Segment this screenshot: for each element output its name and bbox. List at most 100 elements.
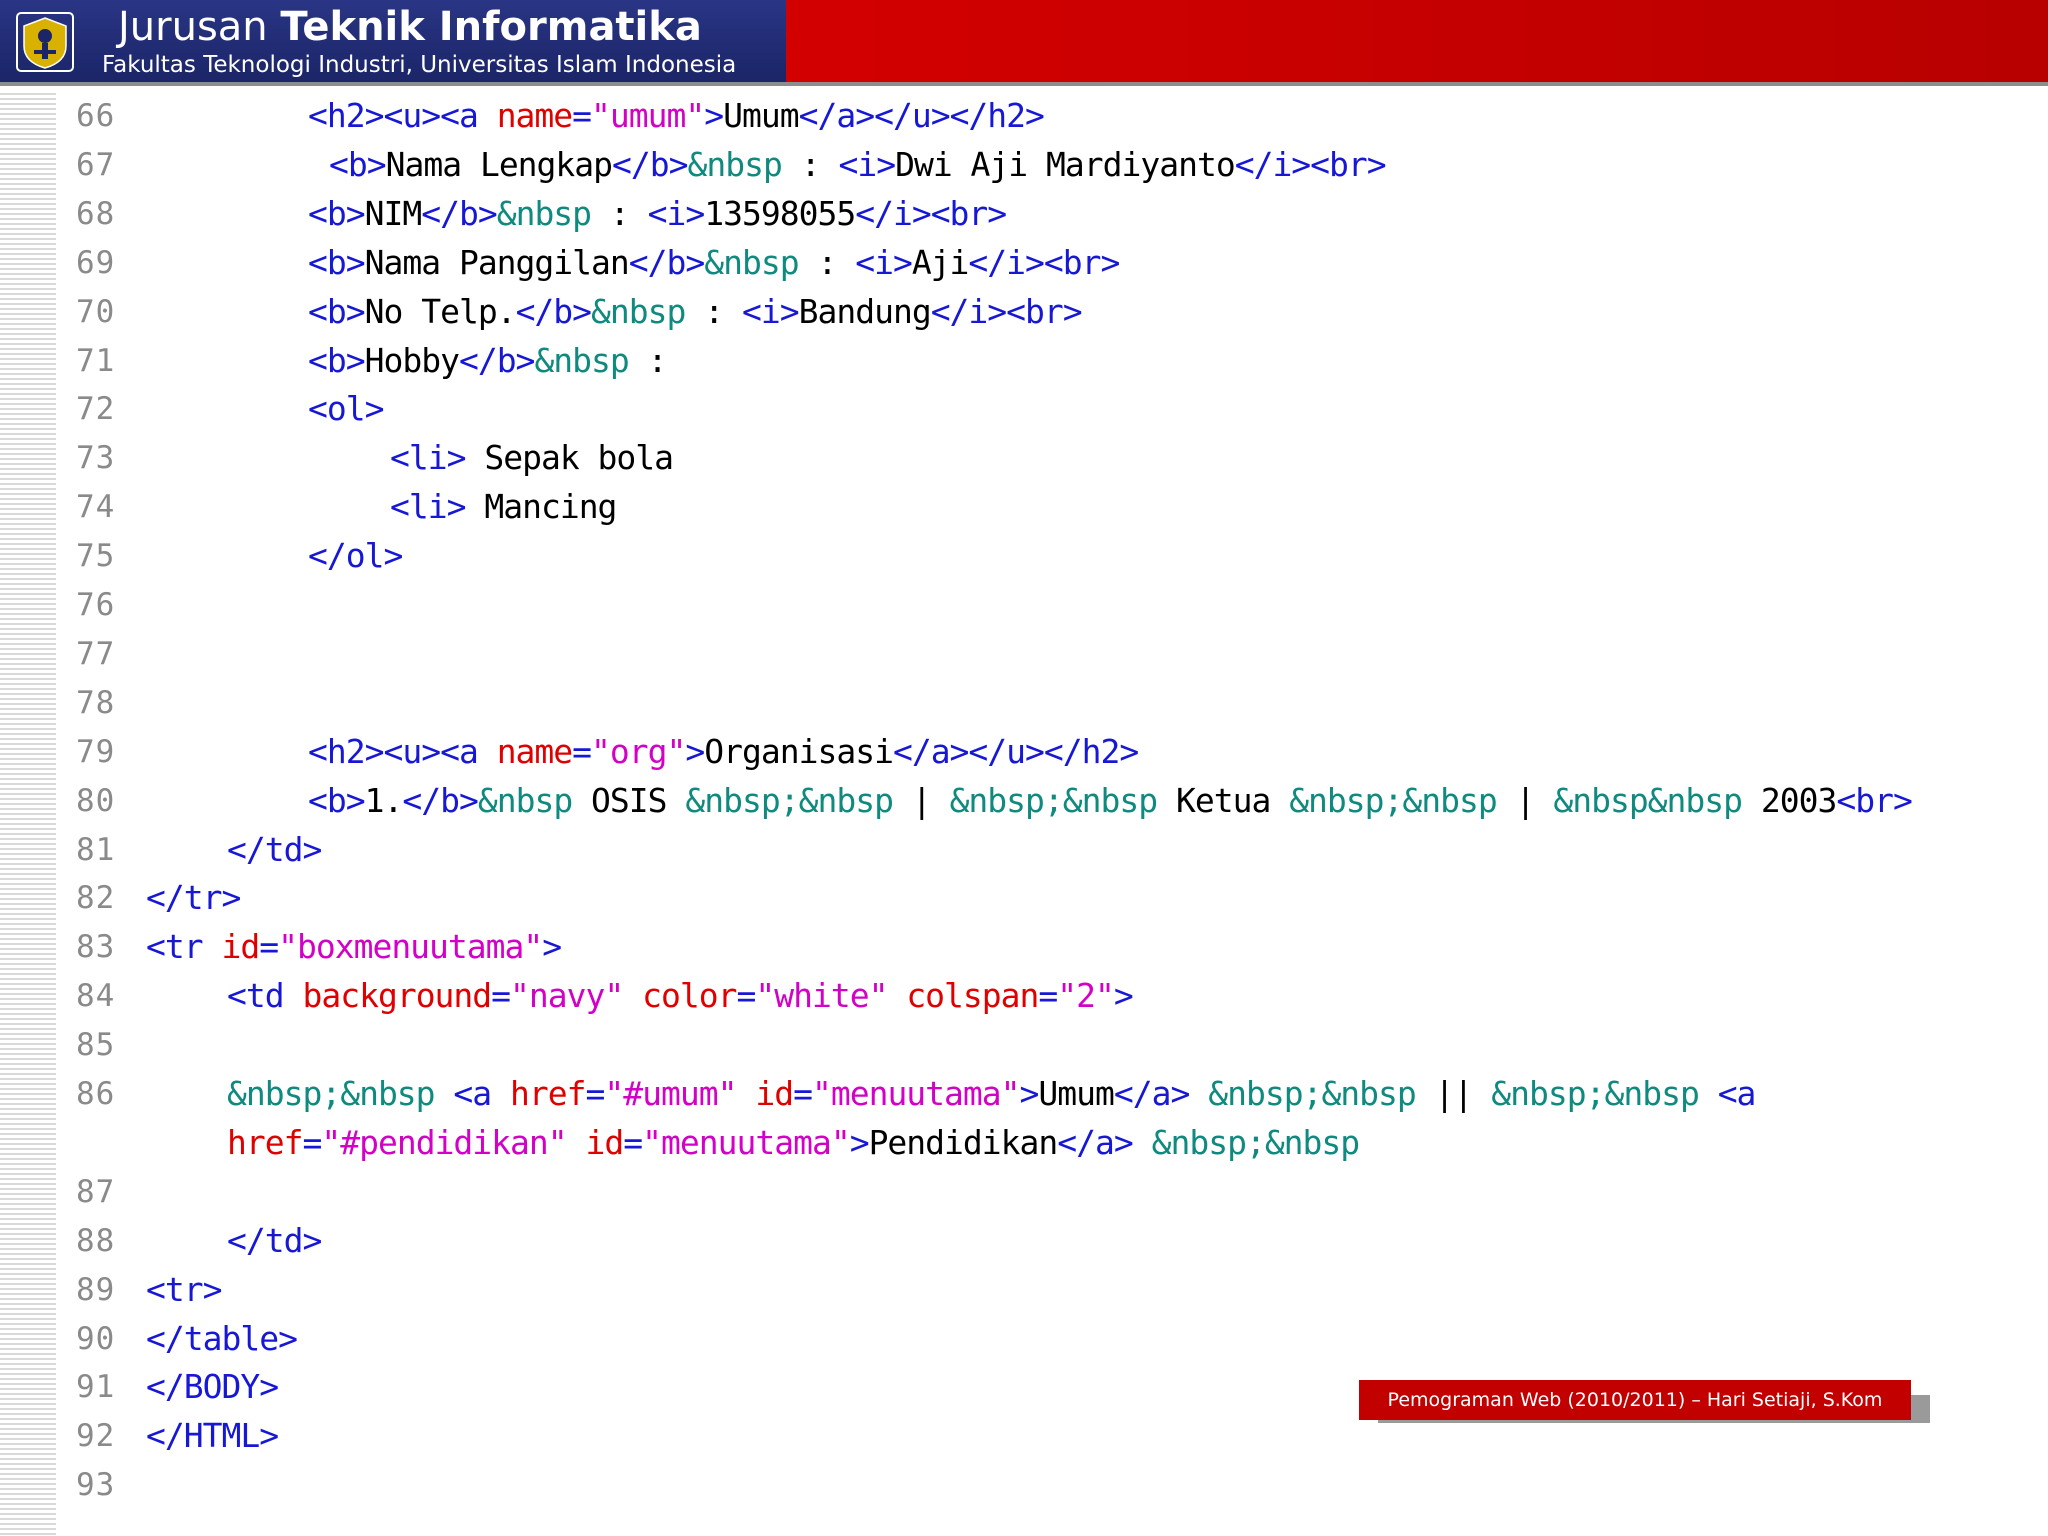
line-number: 85 xyxy=(76,1027,116,1063)
code-token: </b> xyxy=(421,194,497,233)
header-subtitle: Fakultas Teknologi Industri, Universitas… xyxy=(102,52,737,78)
code-line: <tr> xyxy=(146,1270,222,1310)
line-number: 91 xyxy=(76,1369,116,1405)
line-number: 73 xyxy=(76,440,116,476)
code-token: &nbsp;&nbsp xyxy=(227,1074,436,1113)
code-token: color xyxy=(642,976,737,1015)
code-token: : xyxy=(781,145,839,184)
code-line: </td> xyxy=(227,1221,322,1261)
code-token: <b> xyxy=(329,145,387,184)
code-token: <h2><u><a xyxy=(308,96,497,135)
code-token: <a xyxy=(1717,1074,1757,1113)
code-token: &nbsp;&nbsp xyxy=(1289,781,1498,820)
code-token: Pendidikan xyxy=(868,1123,1059,1162)
line-number: 89 xyxy=(76,1272,116,1308)
code-token: Nama Lengkap xyxy=(385,145,613,184)
code-token: </i><br> xyxy=(855,194,1007,233)
code-token: 1. xyxy=(364,781,404,820)
university-logo-icon xyxy=(16,12,74,72)
code-token: Sepak bola xyxy=(465,438,674,477)
code-token: <td xyxy=(227,976,303,1015)
line-number: 81 xyxy=(76,832,116,868)
line-number: 87 xyxy=(76,1174,116,1210)
code-token: &nbsp&nbsp xyxy=(1553,781,1743,820)
code-token: </a> xyxy=(1057,1123,1133,1162)
code-token: > xyxy=(542,927,562,966)
code-token: No Telp. xyxy=(364,292,517,331)
code-token: </table> xyxy=(146,1319,298,1358)
code-token: <i> xyxy=(855,243,913,282)
code-token: </HTML> xyxy=(146,1416,279,1455)
code-token: &nbsp;&nbsp xyxy=(1491,1074,1700,1113)
code-token: id xyxy=(221,927,260,966)
code-token: <b> xyxy=(308,243,366,282)
code-token: = xyxy=(793,1074,813,1113)
code-token: <ol> xyxy=(308,389,384,428)
code-token: &nbsp xyxy=(477,781,573,820)
code-token: : xyxy=(591,194,648,233)
left-decorative-strip xyxy=(0,90,56,1536)
line-number: 75 xyxy=(76,538,116,574)
code-token: Hobby xyxy=(364,341,460,380)
code-token: = xyxy=(623,1123,643,1162)
line-number: 77 xyxy=(76,636,116,672)
code-token: = xyxy=(572,96,592,135)
line-number: 80 xyxy=(76,783,116,819)
footer-badge: Pemograman Web (2010/2011) – Hari Setiaj… xyxy=(1359,1380,1911,1420)
line-number: 88 xyxy=(76,1223,116,1259)
line-number: 69 xyxy=(76,245,116,281)
code-token: "umum" xyxy=(591,96,705,135)
code-token: &nbsp xyxy=(496,194,592,233)
code-token: = xyxy=(491,976,511,1015)
code-token: </i><br> xyxy=(930,292,1083,331)
code-token: NIM xyxy=(364,194,423,233)
code-token: id xyxy=(755,1074,794,1113)
code-token: | xyxy=(1496,781,1554,820)
code-token: Mancing xyxy=(465,487,617,526)
code-token: "#umum" xyxy=(604,1074,737,1113)
line-number: 74 xyxy=(76,489,116,525)
line-number: 66 xyxy=(76,98,116,134)
code-token: &nbsp;&nbsp xyxy=(1208,1074,1417,1113)
code-token: = xyxy=(302,1123,322,1162)
code-line: </BODY> xyxy=(146,1367,279,1407)
code-token: </b> xyxy=(612,145,688,184)
code-token: : xyxy=(628,341,668,380)
code-line: &nbsp;&nbsp <a href="#umum" id="menuutam… xyxy=(227,1074,1757,1114)
code-token: Ketua xyxy=(1157,781,1290,820)
code-token: <i> xyxy=(647,194,706,233)
code-token: <tr> xyxy=(146,1270,222,1309)
code-token: <i> xyxy=(838,145,896,184)
code-token: </i><br> xyxy=(968,243,1120,282)
code-token: <b> xyxy=(308,781,366,820)
line-number: 84 xyxy=(76,978,116,1014)
code-token: > xyxy=(1019,1074,1040,1113)
code-token: = xyxy=(572,732,592,771)
code-token: <li> xyxy=(390,438,466,477)
code-token: 2003 xyxy=(1742,781,1837,820)
code-token: href xyxy=(227,1123,303,1162)
line-number: 93 xyxy=(76,1467,116,1503)
code-line: href="#pendidikan" id="menuutama">Pendid… xyxy=(227,1123,1360,1163)
code-token: "menuutama" xyxy=(811,1074,1021,1113)
code-line: <ol> xyxy=(308,389,384,429)
code-token: </a></u></h2> xyxy=(892,732,1139,771)
code-token: name xyxy=(496,96,573,135)
code-token: </td> xyxy=(227,1221,322,1260)
code-token: : xyxy=(685,292,742,331)
code-token: <h2><u><a xyxy=(308,732,497,771)
code-token: id xyxy=(585,1123,625,1162)
line-number: 79 xyxy=(76,734,116,770)
code-token: colspan xyxy=(906,976,1039,1015)
code-token: "org" xyxy=(591,732,686,771)
code-line: </ol> xyxy=(308,536,403,576)
code-token: </tr> xyxy=(146,878,241,917)
line-number: 78 xyxy=(76,685,116,721)
code-token: &nbsp;&nbsp xyxy=(685,781,894,820)
code-token: </a> xyxy=(1113,1074,1190,1113)
line-number: 86 xyxy=(76,1076,116,1112)
